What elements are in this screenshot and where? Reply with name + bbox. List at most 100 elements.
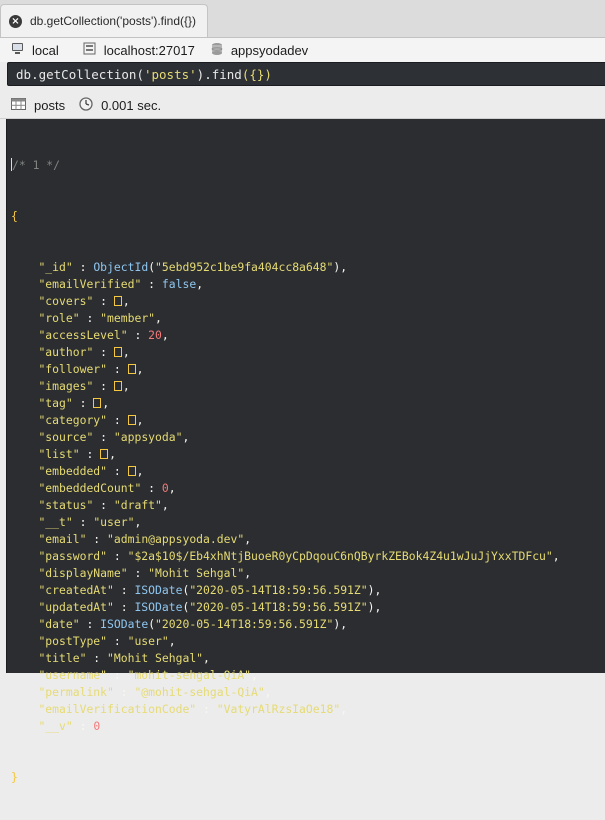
connection-host[interactable]: localhost:27017 xyxy=(83,42,195,58)
field-value: "2020-05-14T18:59:56.591Z" xyxy=(155,617,334,631)
field-comma: , xyxy=(340,702,348,716)
field-key: "role" xyxy=(38,311,80,325)
field-key: "covers" xyxy=(38,294,94,308)
field-function: ISODate xyxy=(100,617,149,631)
empty-array-icon xyxy=(100,449,109,459)
results-time: 0.001 sec. xyxy=(79,97,161,114)
field-key: "permalink" xyxy=(38,685,114,699)
connection-server[interactable]: local xyxy=(11,42,59,58)
document-field: "__v" : 0 xyxy=(11,718,560,735)
field-comma: , xyxy=(251,668,258,682)
field-key: "__t" xyxy=(38,515,73,529)
query-method-getcollection: getCollection xyxy=(38,66,137,82)
field-key: "displayName" xyxy=(38,566,128,580)
field-key: "createdAt" xyxy=(38,583,114,597)
field-key: "emailVerificationCode" xyxy=(38,702,197,716)
server-label: local xyxy=(32,42,59,58)
field-value: "2020-05-14T18:59:56.591Z" xyxy=(189,600,368,614)
document-field: "postType" : "user", xyxy=(11,633,560,650)
query-paren-open: ( xyxy=(136,66,144,82)
field-comma: , xyxy=(134,515,142,529)
field-key: "accessLevel" xyxy=(38,328,128,342)
document-field: "source" : "appsyoda", xyxy=(11,429,560,446)
field-key: "username" xyxy=(38,668,108,682)
field-value: "5ebd952c1be9fa404cc8a648" xyxy=(155,260,334,274)
field-key: "images" xyxy=(38,379,94,393)
document-text: /* 1 */ { "_id" : ObjectId("5ebd952c1be9… xyxy=(11,123,560,820)
field-comma: , xyxy=(122,294,130,308)
document-field: "accessLevel" : 20, xyxy=(11,327,560,344)
field-value: "mohit-sehgal-QiA" xyxy=(127,668,252,682)
field-comma: , xyxy=(182,430,190,444)
results-time-label: 0.001 sec. xyxy=(101,98,162,113)
document-field: "__t" : "user", xyxy=(11,514,560,531)
connection-database[interactable]: appsyodadev xyxy=(211,42,308,59)
field-comma: , xyxy=(109,447,117,461)
table-icon xyxy=(11,98,26,113)
field-value: "admin@appsyoda.dev" xyxy=(107,532,245,546)
document-field: "title" : "Mohit Sehgal", xyxy=(11,650,560,667)
tab-query[interactable]: × db.getCollection('posts').find({}) xyxy=(0,4,208,37)
empty-array-icon xyxy=(127,466,136,476)
field-colon: : xyxy=(107,549,128,563)
field-colon: : xyxy=(93,294,114,308)
field-colon: : xyxy=(127,328,149,342)
field-comma: , xyxy=(244,566,252,580)
field-comma: , xyxy=(122,379,130,393)
close-icon[interactable]: × xyxy=(9,14,22,28)
document-field: "embedded" : , xyxy=(11,463,560,480)
document-field: "tag" : , xyxy=(11,395,560,412)
document-field: "author" : , xyxy=(11,344,560,361)
document-field: "images" : , xyxy=(11,378,560,395)
empty-array-icon xyxy=(127,415,136,425)
document-field: "date" : ISODate("2020-05-14T18:59:56.59… xyxy=(11,616,560,633)
field-key: "author" xyxy=(38,345,94,359)
field-key: "status" xyxy=(38,498,94,512)
field-colon: : xyxy=(93,498,114,512)
document-field: "createdAt" : ISODate("2020-05-14T18:59:… xyxy=(11,582,560,599)
document-field: "category" : , xyxy=(11,412,560,429)
field-colon: : xyxy=(93,345,114,359)
field-key: "emailVerified" xyxy=(38,277,142,291)
connection-bar: local localhost:27017 appsyodadev xyxy=(0,38,605,62)
field-value: 0 xyxy=(93,719,101,733)
results-collection[interactable]: posts xyxy=(11,98,65,113)
result-document-view[interactable]: /* 1 */ { "_id" : ObjectId("5ebd952c1be9… xyxy=(6,119,605,784)
document-field: "permalink" : "@mohit-sehgal-QiA", xyxy=(11,684,560,701)
query-dot: . xyxy=(31,66,39,82)
field-value: "user" xyxy=(127,634,169,648)
field-value: 0 xyxy=(161,481,169,495)
field-comma: , xyxy=(196,277,204,291)
query-editor[interactable]: db. getCollection('posts'). find({}) xyxy=(7,62,605,86)
field-key: "follower" xyxy=(38,362,108,376)
query-dot: . xyxy=(204,66,212,82)
paren-close: ) xyxy=(367,600,375,614)
field-key: "tag" xyxy=(38,396,73,410)
document-field: "username" : "mohit-sehgal-QiA", xyxy=(11,667,560,684)
field-colon: : xyxy=(107,464,128,478)
server-icon xyxy=(83,42,96,58)
document-field: "emailVerified" : false, xyxy=(11,276,560,293)
field-value: "member" xyxy=(100,311,156,325)
empty-array-icon xyxy=(93,398,102,408)
document-field: "updatedAt" : ISODate("2020-05-14T18:59:… xyxy=(11,599,560,616)
document-close-brace: } xyxy=(11,770,18,784)
